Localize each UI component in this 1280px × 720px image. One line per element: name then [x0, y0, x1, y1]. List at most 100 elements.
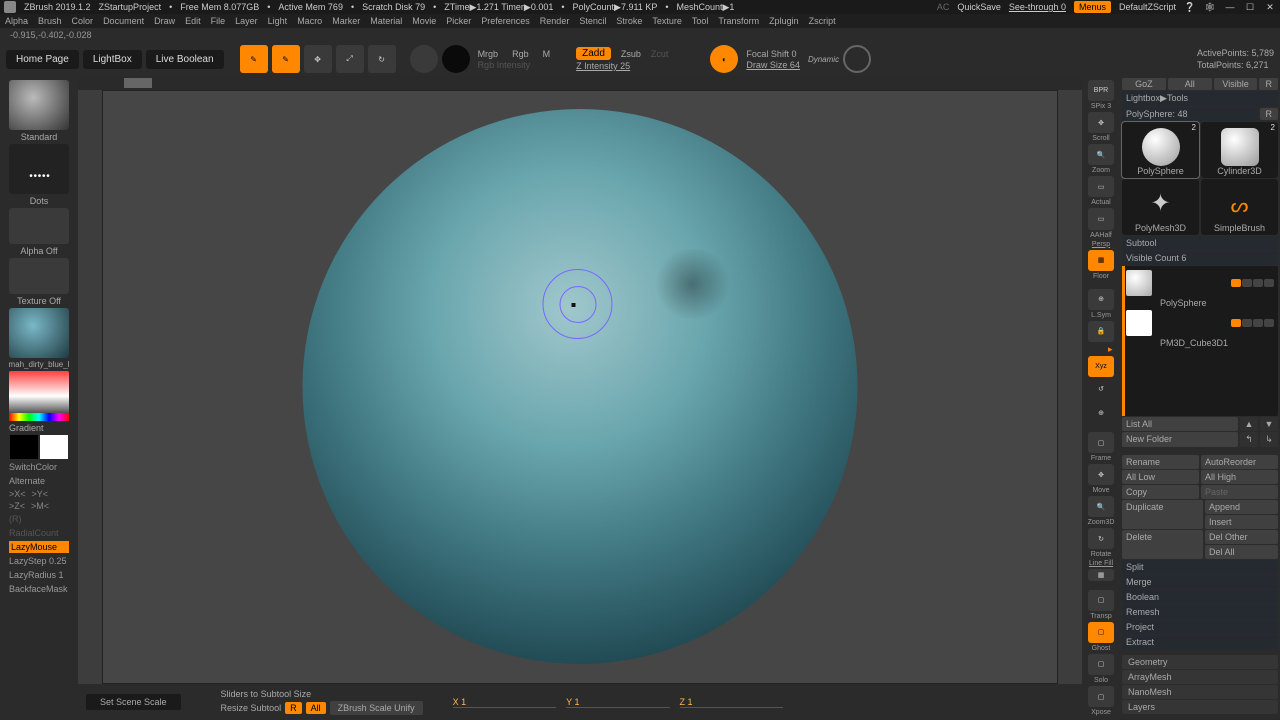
spix-label[interactable]: SPix 3	[1091, 103, 1111, 110]
menu-color[interactable]: Color	[72, 16, 94, 26]
zoom3d-button[interactable]: 🔍	[1088, 496, 1114, 517]
folder-down-icon[interactable]: ↳	[1260, 432, 1278, 447]
dynamic-toggle[interactable]: Dynamic	[808, 55, 839, 64]
goz-all-button[interactable]: All	[1168, 78, 1212, 90]
menu-movie[interactable]: Movie	[412, 16, 436, 26]
tool-simplebrush[interactable]: ᔕSimpleBrush	[1201, 179, 1278, 235]
floor-button[interactable]: ▦	[1088, 250, 1114, 271]
goz-button[interactable]: GoZ	[1122, 78, 1166, 90]
lightbox-tools-link[interactable]: Lightbox▶Tools	[1122, 91, 1278, 106]
rotate-mode-button[interactable]: ↻	[368, 45, 396, 73]
autoreorder-button[interactable]: AutoReorder	[1201, 455, 1278, 469]
zoom-button[interactable]: 🔍	[1088, 144, 1114, 165]
menu-zplugin[interactable]: Zplugin	[769, 16, 799, 26]
tool-r-button[interactable]: R	[1260, 108, 1279, 120]
lock-button[interactable]: 🔒	[1088, 321, 1114, 342]
mrgb-label[interactable]: Mrgb	[478, 49, 499, 59]
maximize-icon[interactable]: ☐	[1244, 1, 1256, 13]
polysphere-mesh[interactable]	[303, 109, 858, 664]
move-mode-button[interactable]: ✥	[304, 45, 332, 73]
allhigh-button[interactable]: All High	[1201, 470, 1278, 484]
gradient-toggle[interactable]: Gradient	[9, 423, 69, 433]
z-scale[interactable]: Z 1	[680, 697, 783, 708]
alternate-button[interactable]: Alternate	[9, 475, 69, 487]
x-scale[interactable]: X 1	[453, 697, 557, 708]
zsub-button[interactable]: Zsub	[621, 49, 641, 59]
project-section[interactable]: Project	[1122, 620, 1278, 634]
linefill-label[interactable]: Line Fill	[1089, 560, 1113, 567]
delother-button[interactable]: Del Other	[1205, 530, 1278, 544]
viewport[interactable]	[102, 90, 1058, 684]
sym-y[interactable]: >Y<	[32, 489, 49, 499]
zadd-button[interactable]: Zadd	[576, 47, 611, 60]
primary-color-swatch[interactable]	[40, 435, 68, 459]
seethrough-slider[interactable]: See-through 0	[1009, 2, 1066, 12]
draw-mode-button[interactable]: ✎	[272, 45, 300, 73]
menu-preferences[interactable]: Preferences	[481, 16, 530, 26]
zbrush-scale-unify-button[interactable]: ZBrush Scale Unify	[330, 701, 423, 715]
menu-macro[interactable]: Macro	[297, 16, 322, 26]
mrgb-circle-icon[interactable]	[410, 45, 438, 73]
r-chip[interactable]: R	[285, 702, 302, 714]
set-scene-scale-button[interactable]: Set Scene Scale	[86, 694, 181, 710]
center-button[interactable]: ⊕	[1088, 402, 1114, 423]
local-sym-button[interactable]: ⊕	[1088, 289, 1114, 310]
backface-mask-toggle[interactable]: BackfaceMask	[9, 583, 69, 595]
live-boolean-button[interactable]: Live Boolean	[146, 50, 224, 69]
duplicate-button[interactable]: Duplicate	[1122, 500, 1203, 529]
append-button[interactable]: Append	[1205, 500, 1278, 514]
tool-polymesh3d[interactable]: ✦PolyMesh3D	[1122, 179, 1199, 235]
sym-x[interactable]: >X<	[9, 489, 26, 499]
aahalf-button[interactable]: ▭	[1088, 208, 1114, 229]
bpr-button[interactable]: BPR	[1088, 80, 1114, 101]
solo-button[interactable]: ▢	[1088, 654, 1114, 675]
rgb-circle-icon[interactable]	[442, 45, 470, 73]
menu-alpha[interactable]: Alpha	[5, 16, 28, 26]
rename-button[interactable]: Rename	[1122, 455, 1199, 469]
menu-file[interactable]: File	[211, 16, 226, 26]
radial-r[interactable]: (R)	[9, 513, 69, 525]
scroll-button[interactable]: ✥	[1088, 112, 1114, 133]
rotate3d-button[interactable]: ↻	[1088, 528, 1114, 549]
newfolder-button[interactable]: New Folder	[1122, 432, 1238, 447]
menu-layer[interactable]: Layer	[235, 16, 258, 26]
focal-indicator-icon[interactable]: ◐	[710, 45, 738, 73]
home-page-button[interactable]: Home Page	[6, 50, 79, 69]
quicksave-button[interactable]: QuickSave	[957, 2, 1001, 12]
xyz-button[interactable]: Xyz	[1088, 356, 1114, 377]
paste-button[interactable]: Paste	[1201, 485, 1278, 499]
minimize-icon[interactable]: —	[1224, 1, 1236, 13]
split-section[interactable]: Split	[1122, 560, 1278, 574]
resize-subtool-button[interactable]: Resize Subtool	[221, 703, 282, 713]
lazyradius-slider[interactable]: LazyRadius 1	[9, 569, 69, 581]
tool-polysphere[interactable]: 2PolySphere	[1122, 122, 1199, 178]
moveup-icon[interactable]: ▲	[1240, 417, 1258, 431]
close-icon[interactable]: ✕	[1264, 1, 1276, 13]
menu-transform[interactable]: Transform	[718, 16, 759, 26]
move3d-button[interactable]: ✥	[1088, 464, 1114, 485]
remesh-section[interactable]: Remesh	[1122, 605, 1278, 619]
lazymouse-toggle[interactable]: LazyMouse	[9, 541, 69, 553]
texture-thumbnail[interactable]	[9, 258, 69, 294]
menu-draw[interactable]: Draw	[154, 16, 175, 26]
z-intensity-slider[interactable]: Z Intensity 25	[576, 61, 668, 71]
menu-render[interactable]: Render	[540, 16, 570, 26]
goz-visible-button[interactable]: Visible	[1214, 78, 1258, 90]
sym-m[interactable]: >M<	[31, 501, 49, 511]
focal-shift-slider[interactable]: Focal Shift 0	[746, 49, 800, 59]
folder-up-icon[interactable]: ↰	[1240, 432, 1258, 447]
frame-button[interactable]: ▢	[1088, 432, 1114, 453]
extract-section[interactable]: Extract	[1122, 635, 1278, 649]
menu-picker[interactable]: Picker	[446, 16, 471, 26]
sliders-to-subtool-button[interactable]: Sliders to Subtool Size	[221, 689, 423, 699]
menu-edit[interactable]: Edit	[185, 16, 201, 26]
radial-count[interactable]: RadialCount	[9, 527, 69, 539]
scale-mode-button[interactable]: ⤢	[336, 45, 364, 73]
m-label[interactable]: M	[543, 49, 551, 59]
menu-zscript[interactable]: Zscript	[809, 16, 836, 26]
edit-mode-button[interactable]: ✎	[240, 45, 268, 73]
copy-button[interactable]: Copy	[1122, 485, 1199, 499]
brush-thumbnail[interactable]	[9, 80, 69, 130]
material-thumbnail[interactable]	[9, 308, 69, 358]
draw-size-gauge-icon[interactable]	[843, 45, 871, 73]
